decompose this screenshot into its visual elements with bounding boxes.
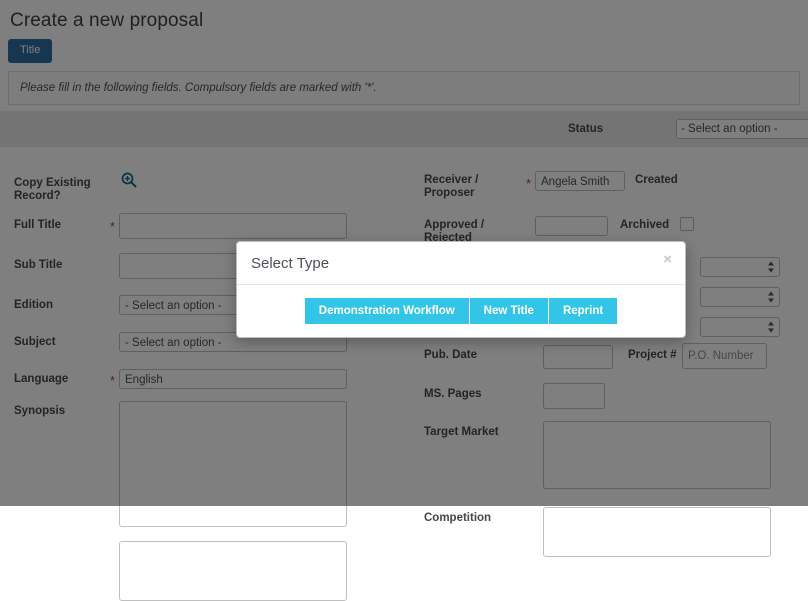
new-title-button[interactable]: New Title: [469, 298, 549, 324]
modal-header: Select Type ×: [237, 242, 685, 285]
extra-textarea[interactable]: [119, 541, 347, 601]
modal-body: Demonstration Workflow New Title Reprint: [237, 285, 685, 337]
reprint-button[interactable]: Reprint: [548, 298, 618, 324]
demonstration-workflow-button[interactable]: Demonstration Workflow: [304, 298, 470, 324]
type-button-group: Demonstration Workflow New Title Reprint: [304, 298, 618, 324]
select-type-modal: Select Type × Demonstration Workflow New…: [236, 241, 686, 338]
close-icon[interactable]: ×: [663, 252, 672, 267]
competition-textarea[interactable]: [543, 507, 771, 557]
field-label-competition: Competition: [424, 512, 492, 524]
modal-title: Select Type: [251, 254, 330, 272]
